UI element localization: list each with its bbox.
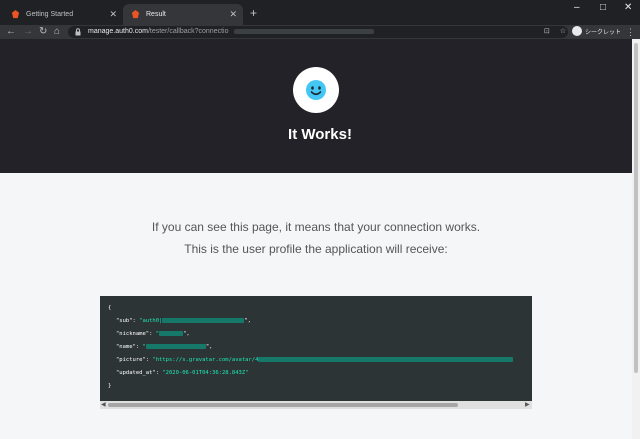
omnibox-icons: ⊡ ☆ xyxy=(544,26,566,38)
browser-window: Getting Started ✕ Result ✕ + – □ ✕ ← → ↻… xyxy=(0,0,640,439)
lock-icon xyxy=(75,28,81,36)
incognito-icon xyxy=(572,26,582,36)
json-close-brace: } xyxy=(108,383,112,389)
url-host: manage.auth0.com xyxy=(88,28,148,35)
profile-json-block[interactable]: { "sub": "auth0| ", "nickname": " ", "name… xyxy=(100,296,532,408)
reload-icon[interactable]: ↻ xyxy=(39,25,47,39)
page-scroll-thumb[interactable] xyxy=(634,43,638,373)
json-line-updated-at: "updated_at": "2020-06-01T04:36:28.843Z" xyxy=(116,370,249,376)
success-message: If you can see this page, it means that … xyxy=(151,220,481,234)
page-viewport: It Works! If you can see this page, it m… xyxy=(0,39,640,439)
close-icon[interactable]: ✕ xyxy=(229,9,237,20)
redacted-text xyxy=(258,357,514,362)
json-line-nickname: "nickname": " ", xyxy=(116,331,190,337)
forward-arrow-icon[interactable]: → xyxy=(23,25,33,39)
scroll-right-icon[interactable]: ▶ xyxy=(525,401,530,409)
json-line-sub: "sub": "auth0| ", xyxy=(116,318,251,324)
close-icon[interactable]: ✕ xyxy=(109,9,117,20)
minimize-icon[interactable]: – xyxy=(574,2,580,13)
tab-label: Result xyxy=(146,11,166,18)
url-text: manage.auth0.com/tester/callback?connect… xyxy=(88,26,375,38)
home-icon[interactable]: ⌂ xyxy=(54,25,60,39)
redacted-text xyxy=(159,331,184,336)
tab-getting-started[interactable]: Getting Started ✕ xyxy=(3,4,123,25)
profile-label: シークレット xyxy=(585,29,622,36)
hero-banner: It Works! xyxy=(0,39,640,173)
incognito-indicator[interactable]: シークレット xyxy=(572,26,621,36)
smiley-badge xyxy=(293,67,339,113)
redacted-text xyxy=(162,318,245,323)
smiley-icon xyxy=(306,80,326,100)
json-line-picture: "picture": "https://s.gravatar.com/avata… xyxy=(108,354,524,367)
redacted-text xyxy=(234,28,375,34)
url-path: /tester/callback?connectio xyxy=(147,28,229,35)
auth0-favicon xyxy=(131,10,140,19)
maximize-icon[interactable]: □ xyxy=(600,2,606,13)
star-icon[interactable]: ☆ xyxy=(560,28,566,35)
kebab-menu-icon[interactable]: ⋮ xyxy=(626,25,635,39)
tab-strip: Getting Started ✕ Result ✕ + – □ ✕ xyxy=(0,0,640,25)
translate-icon[interactable]: ⊡ xyxy=(544,28,550,35)
address-bar[interactable]: manage.auth0.com/tester/callback?connect… xyxy=(68,26,568,38)
json-open-brace: { xyxy=(108,305,112,311)
profile-intro: This is the user profile the application… xyxy=(184,242,448,256)
tab-label: Getting Started xyxy=(26,11,74,18)
json-line-name: "name": " ", xyxy=(116,344,213,350)
back-arrow-icon[interactable]: ← xyxy=(6,25,16,39)
scroll-left-icon[interactable]: ◀ xyxy=(101,401,106,409)
code-scroll-thumb[interactable] xyxy=(108,403,458,407)
window-close-icon[interactable]: ✕ xyxy=(624,2,632,13)
auth0-favicon xyxy=(11,10,20,19)
page-title: It Works! xyxy=(288,126,352,143)
plus-icon[interactable]: + xyxy=(250,6,257,20)
browser-toolbar: ← → ↻ ⌂ manage.auth0.com/tester/callback… xyxy=(0,25,640,39)
tab-result[interactable]: Result ✕ xyxy=(123,4,243,25)
redacted-text xyxy=(145,344,206,349)
